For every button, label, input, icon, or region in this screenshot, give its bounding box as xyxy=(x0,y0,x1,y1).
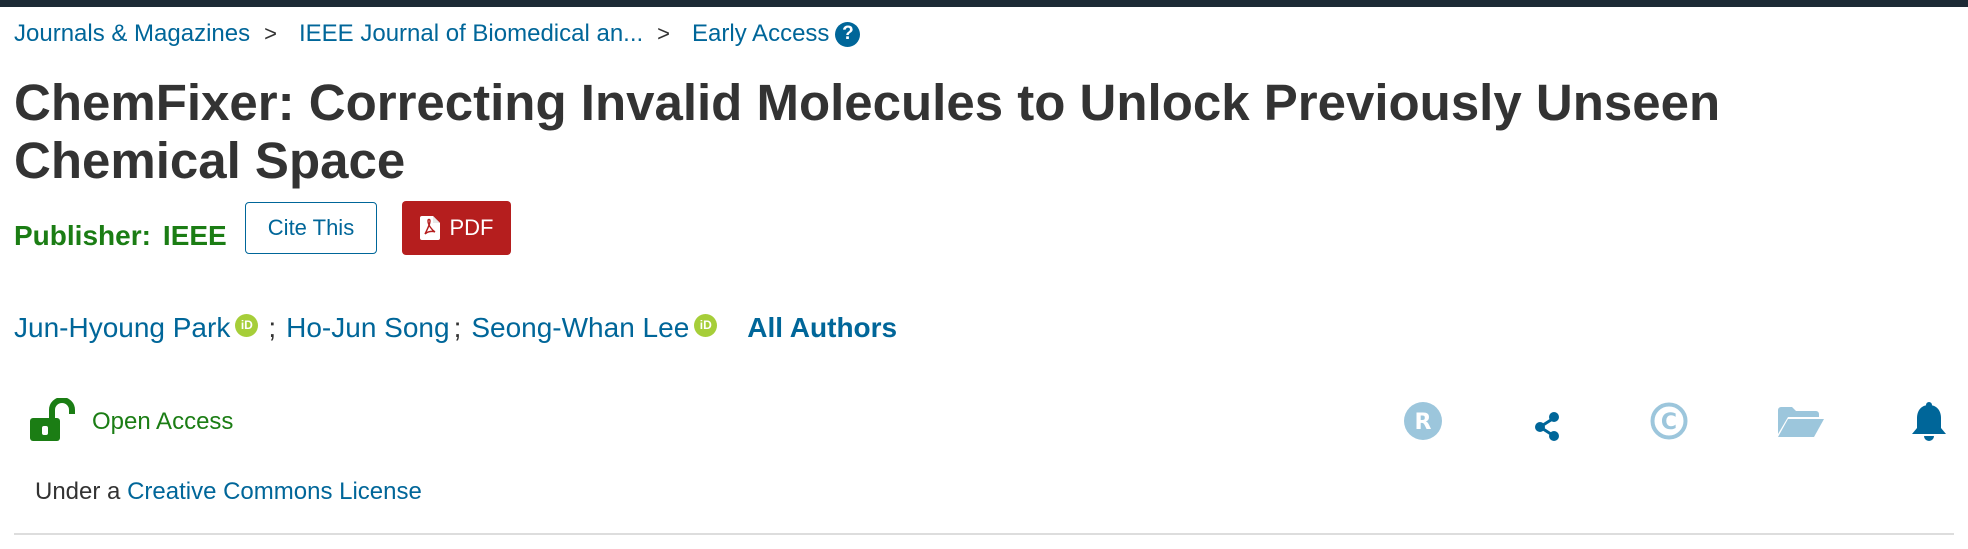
divider xyxy=(14,533,1954,535)
publisher-label: Publisher: xyxy=(14,220,151,251)
creative-commons-license-link[interactable]: Creative Commons License xyxy=(127,478,422,505)
question-circle-icon[interactable]: ? xyxy=(835,21,861,47)
pdf-button[interactable]: PDF xyxy=(402,201,511,255)
copyright-icon[interactable]: C xyxy=(1650,402,1688,440)
copyright-letter: C xyxy=(1661,410,1677,435)
license-prefix: Under a xyxy=(35,478,121,505)
breadcrumb-separator: > xyxy=(657,21,671,46)
open-lock-icon xyxy=(30,398,75,441)
breadcrumb: Journals & Magazines > IEEE Journal of B… xyxy=(14,18,861,50)
author-list: Jun-Hyoung Park iD ; Ho-Jun Song ; Seong… xyxy=(14,310,897,346)
rights-permissions-icon[interactable]: R xyxy=(1404,402,1442,440)
rights-letter: R xyxy=(1415,410,1432,435)
orcid-icon[interactable]: iD xyxy=(694,313,718,337)
folder-icon[interactable] xyxy=(1778,407,1824,437)
author-separator: ; xyxy=(453,312,462,343)
pdf-file-icon xyxy=(419,216,440,240)
open-access-label: Open Access xyxy=(92,408,234,435)
breadcrumb-journal[interactable]: IEEE Journal of Biomedical an... xyxy=(299,20,643,48)
breadcrumb-early-access[interactable]: Early Access xyxy=(692,20,829,48)
cite-this-button[interactable]: Cite This xyxy=(245,202,377,254)
publisher-name: IEEE xyxy=(162,220,227,251)
license-text: Under a Creative Commons License xyxy=(35,478,422,506)
breadcrumb-journals-magazines[interactable]: Journals & Magazines xyxy=(14,20,250,48)
author-link[interactable]: Jun-Hyoung Park xyxy=(14,312,230,344)
author-link[interactable]: Ho-Jun Song xyxy=(286,312,449,344)
pdf-button-label: PDF xyxy=(449,215,494,240)
top-bar xyxy=(0,0,1968,7)
author-link[interactable]: Seong-Whan Lee xyxy=(471,312,689,344)
share-icon[interactable] xyxy=(1533,410,1561,442)
breadcrumb-separator: > xyxy=(264,21,277,46)
all-authors-link[interactable]: All Authors xyxy=(747,312,897,344)
article-title: ChemFixer: Correcting Invalid Molecules … xyxy=(14,74,1721,189)
author-separator: ; xyxy=(268,312,277,343)
orcid-icon[interactable]: iD xyxy=(235,313,259,337)
publisher: Publisher: IEEE xyxy=(14,218,227,254)
bell-icon[interactable] xyxy=(1911,402,1947,442)
